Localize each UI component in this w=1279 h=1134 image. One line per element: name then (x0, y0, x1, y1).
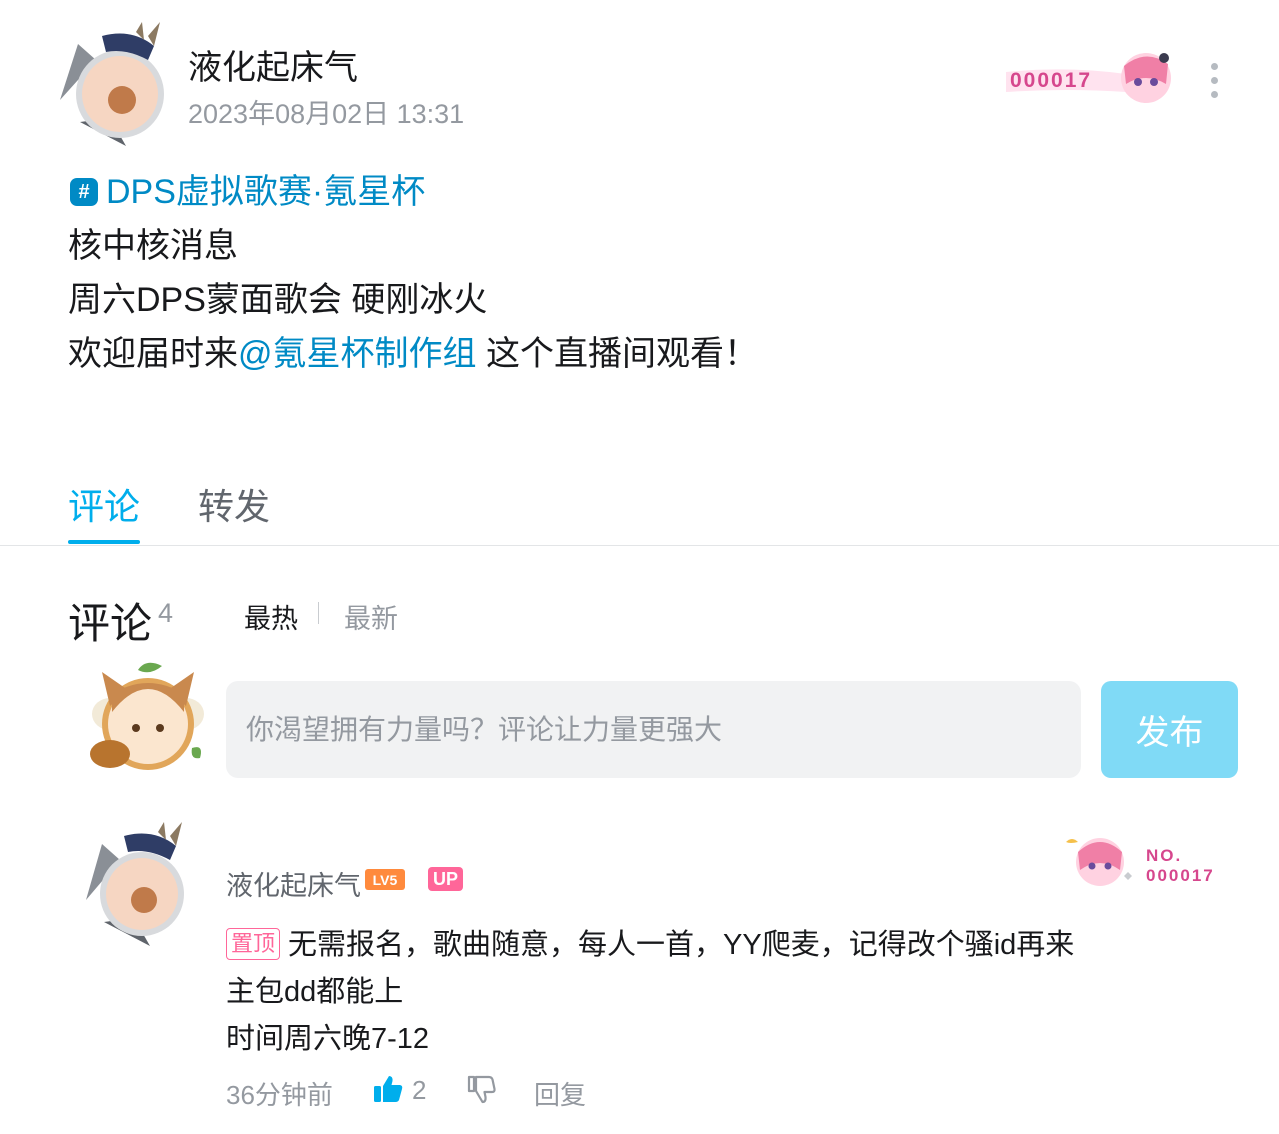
thumb-up-icon[interactable] (372, 1073, 404, 1105)
post-line: 欢迎届时来@氪星杯制作组 这个直播间观看！ (68, 327, 758, 381)
divider (0, 545, 1279, 546)
post-line: 周六DPS蒙面歌会 硬刚冰火 (68, 281, 488, 319)
comment-line-text: 无需报名，歌曲随意，每人一首，YY爬麦，记得改个骚id再来 (288, 929, 1075, 961)
current-user-avatar[interactable] (80, 662, 212, 778)
like-count: 2 (412, 1075, 427, 1105)
level-text: LV5 (373, 872, 398, 888)
commenter-name[interactable]: 液化起床气 (226, 864, 361, 903)
author-name[interactable]: 液化起床气 (188, 40, 358, 89)
fan-badge-number: 000017 (1146, 866, 1215, 885)
post-timestamp: 2023年08月02日 13:31 (188, 99, 465, 129)
comment-line: 时间周六晚7-12 (226, 1023, 430, 1055)
sort-divider (318, 602, 319, 624)
comments-count: 4 (158, 598, 174, 628)
post-line-prefix: 欢迎届时来 (68, 335, 238, 373)
reply-button[interactable]: 回复 (534, 1075, 586, 1112)
comment-content: 置顶 无需报名，歌曲随意，每人一首，YY爬麦，记得改个骚id再来 主包dd都能上 … (226, 922, 1126, 1063)
comment-line: 置顶 无需报名，歌曲随意，每人一首，YY爬麦，记得改个骚id再来 (226, 922, 1126, 969)
pinned-tag: 置顶 (226, 928, 281, 960)
commenter-fan-badge[interactable]: NO. 000017 (1058, 832, 1228, 892)
topic-hash-icon: # (70, 178, 98, 206)
tab-comment[interactable]: 评论 (68, 478, 140, 530)
post-line-suffix: 这个直播间观看！ (476, 335, 758, 373)
active-tab-indicator (68, 540, 140, 544)
post-line: 核中核消息 (68, 227, 238, 265)
publish-button[interactable]: 发布 (1101, 681, 1238, 778)
comments-title: 评论 (68, 600, 153, 647)
author-avatar[interactable] (50, 22, 174, 146)
fan-badge-number: 000017 (1010, 69, 1093, 92)
fan-badge-no: NO. (1146, 846, 1183, 865)
mention-link[interactable]: @氪星杯制作组 (238, 335, 477, 373)
up-tag: UP (428, 867, 463, 891)
thumb-down-icon[interactable] (466, 1073, 496, 1105)
topic-label: DPS虚拟歌赛·氪星杯 (106, 173, 426, 211)
fan-badge-art (1066, 838, 1132, 886)
tab-forward[interactable]: 转发 (198, 478, 270, 530)
comment-input[interactable] (226, 681, 1081, 778)
fan-badge-text: NO. 000017 (1146, 846, 1215, 886)
topic-link[interactable]: # DPS虚拟歌赛·氪星杯 (68, 165, 425, 219)
fan-badge[interactable]: 000017 (1006, 50, 1178, 106)
comment-timestamp: 36分钟前 (226, 1080, 333, 1110)
commenter-avatar[interactable] (80, 822, 190, 946)
comment-line: 主包dd都能上 (226, 976, 404, 1008)
sort-new-button[interactable]: 最新 (344, 597, 398, 636)
more-vertical-icon[interactable] (1198, 60, 1230, 102)
post-content: # DPS虚拟歌赛·氪星杯 核中核消息 周六DPS蒙面歌会 硬刚冰火 欢迎届时来@… (68, 160, 758, 381)
sort-hot-button[interactable]: 最热 (244, 597, 298, 636)
level-badge: LV5 (365, 869, 405, 890)
